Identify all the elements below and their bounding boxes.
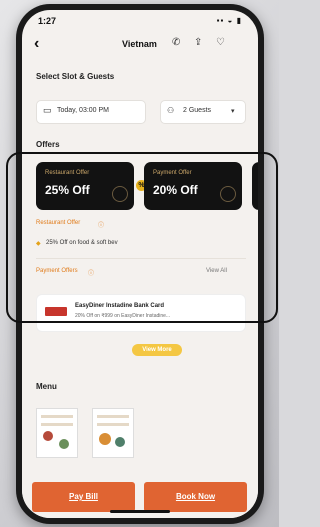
date-value: Today, 03:00 PM bbox=[57, 107, 110, 114]
menu-line bbox=[97, 415, 129, 418]
menu-dish bbox=[43, 431, 53, 441]
menu-line bbox=[41, 423, 73, 426]
menu-section-title: Menu bbox=[36, 382, 57, 391]
offers-section-title: Offers bbox=[36, 140, 60, 149]
guests-icon: ⚇ bbox=[167, 106, 175, 115]
menu-image[interactable] bbox=[92, 408, 134, 458]
guests-selector[interactable]: ⚇ 2 Guests ▾ bbox=[160, 100, 246, 124]
menu-dish bbox=[99, 433, 111, 445]
menu-dish bbox=[115, 437, 125, 447]
guests-value: 2 Guests bbox=[183, 107, 212, 114]
menu-line bbox=[97, 423, 129, 426]
share-icon[interactable]: ⇪ bbox=[194, 37, 202, 48]
chevron-down-icon: ▾ bbox=[231, 108, 235, 115]
phone-icon[interactable]: ✆ bbox=[172, 37, 180, 48]
offers-highlight-frame bbox=[6, 152, 278, 323]
slot-section-title: Select Slot & Guests bbox=[36, 72, 115, 81]
book-now-button[interactable]: Book Now bbox=[144, 482, 247, 512]
back-button[interactable]: ‹ bbox=[34, 35, 39, 53]
page-title: Vietnam bbox=[122, 39, 157, 49]
header: ‹ Vietnam ✆ ⇪ ♡ bbox=[22, 32, 258, 58]
home-indicator[interactable] bbox=[110, 510, 170, 513]
pay-bill-button[interactable]: Pay Bill bbox=[32, 482, 135, 512]
view-more-button[interactable]: View More bbox=[132, 344, 182, 356]
status-time: 1:27 bbox=[38, 16, 57, 26]
menu-image[interactable] bbox=[36, 408, 78, 458]
heart-icon[interactable]: ♡ bbox=[216, 37, 225, 48]
status-indicators: ▪▪ ◒ ▮ bbox=[216, 16, 242, 25]
menu-dish bbox=[59, 439, 69, 449]
status-bar: 1:27 ▪▪ ◒ ▮ bbox=[22, 10, 258, 32]
menu-line bbox=[41, 415, 73, 418]
calendar-icon: ▭ bbox=[43, 105, 52, 115]
date-selector[interactable]: ▭ Today, 03:00 PM bbox=[36, 100, 146, 124]
